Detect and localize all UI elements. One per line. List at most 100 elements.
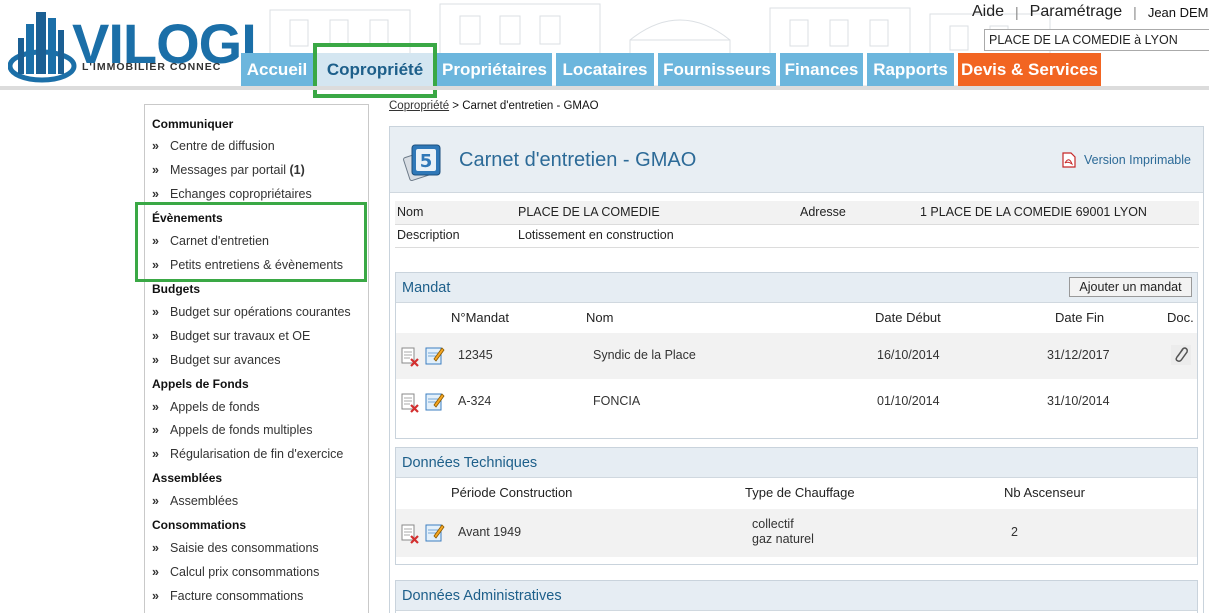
col-header-numero[interactable]: N°Mandat <box>451 310 509 325</box>
breadcrumb: Copropriété > Carnet d'entretien - GMAO <box>389 100 599 112</box>
col-header-chauffage[interactable]: Type de Chauffage <box>745 485 855 500</box>
sidebar-item-label: Appels de fonds <box>170 400 260 414</box>
periode-construction: Avant 1949 <box>458 525 522 539</box>
sidebar-item-label: Budget sur travaux et OE <box>170 329 311 343</box>
main-panel: 5 Carnet d'entretien - GMAO Version Impr… <box>389 126 1204 613</box>
page-title: Carnet d'entretien - GMAO <box>459 149 697 171</box>
header-divider <box>0 86 1209 90</box>
nom-label: Nom <box>397 205 424 219</box>
mandat-nom: Syndic de la Place <box>593 348 696 362</box>
printable-version-label: Version Imprimable <box>1084 153 1191 167</box>
sidebar-item-centre-diffusion[interactable]: » Centre de diffusion <box>152 139 275 153</box>
sidebar-item-budget-avances[interactable]: » Budget sur avances <box>152 353 281 367</box>
sidebar-item-budget-courantes[interactable]: » Budget sur opérations courantes <box>152 305 351 319</box>
breadcrumb-separator: > <box>449 100 463 112</box>
adresse-label: Adresse <box>800 205 846 219</box>
mandat-numero: A-324 <box>458 394 492 408</box>
sidebar-item-appels-fonds-multiples[interactable]: » Appels de fonds multiples <box>152 423 312 437</box>
col-header-ascenseur[interactable]: Nb Ascenseur <box>1004 485 1085 500</box>
chevron-right-icon: » <box>152 139 159 153</box>
mandat-section: Mandat Ajouter un mandat N°Mandat Nom Da… <box>395 272 1198 439</box>
technical-data-section: Données Techniques Période Construction … <box>395 447 1198 565</box>
sidebar-item-messages-portail[interactable]: » Messages par portail (1) <box>152 163 305 177</box>
sidebar-item-assemblees[interactable]: » Assemblées <box>152 494 238 508</box>
add-mandat-button[interactable]: Ajouter un mandat <box>1069 277 1192 297</box>
chevron-right-icon: » <box>152 163 159 177</box>
sidebar-item-saisie-consommations[interactable]: » Saisie des consommations <box>152 541 319 555</box>
sidebar-item-regularisation[interactable]: » Régularisation de fin d'exercice <box>152 447 343 461</box>
col-header-date-fin[interactable]: Date Fin <box>1055 310 1104 325</box>
sidebar-item-label: Messages par portail <box>170 163 287 177</box>
paperclip-icon[interactable] <box>1171 345 1191 365</box>
tab-finances[interactable]: Finances <box>780 53 863 86</box>
edit-icon[interactable] <box>425 522 445 542</box>
sidebar-item-echanges[interactable]: » Echanges copropriétaires <box>152 187 312 201</box>
delete-icon[interactable] <box>400 524 420 544</box>
building-logo-icon <box>8 12 77 83</box>
info-row-description: Description Lotissement en construction <box>395 224 1199 247</box>
edit-icon[interactable] <box>425 391 445 411</box>
info-divider <box>395 247 1199 248</box>
col-header-date-debut[interactable]: Date Début <box>875 310 941 325</box>
link-separator: | <box>1015 4 1019 20</box>
top-links: Aide | Paramétrage | Jean DEM <box>972 1 1209 23</box>
settings-link[interactable]: Paramétrage <box>1030 3 1123 21</box>
sidebar-item-facture-consommations[interactable]: » Facture consommations <box>152 589 303 603</box>
chevron-right-icon: » <box>152 353 159 367</box>
svg-text:5: 5 <box>420 151 433 172</box>
col-header-nom[interactable]: Nom <box>586 310 613 325</box>
pdf-icon <box>1062 152 1076 168</box>
chauffage-type: collectif <box>752 517 794 531</box>
description-label: Description <box>397 228 460 242</box>
printable-version-link[interactable]: Version Imprimable <box>1062 152 1191 168</box>
mandat-date-debut: 16/10/2014 <box>877 348 940 362</box>
sidebar-heading-consommations: Consommations <box>152 518 247 532</box>
message-count-badge: (1) <box>289 163 305 177</box>
sidebar-item-label: Budget sur avances <box>170 353 281 367</box>
tab-proprietaires[interactable]: Propriétaires <box>437 53 552 86</box>
tab-fournisseurs[interactable]: Fournisseurs <box>658 53 776 86</box>
annotation-highlight-sidebar <box>135 202 367 282</box>
administrative-section-header: Données Administratives <box>396 581 1197 611</box>
chevron-right-icon: » <box>152 565 159 579</box>
sidebar-item-budget-travaux[interactable]: » Budget sur travaux et OE <box>152 329 310 343</box>
vilogi-logo[interactable]: VILOGI L'IMMOBILIER CONNEC <box>8 4 260 86</box>
maintenance-book-icon: 5 <box>403 144 441 182</box>
chauffage-energie: gaz naturel <box>752 532 814 546</box>
sidebar-item-label: Centre de diffusion <box>170 139 275 153</box>
sidebar-heading-assemblees: Assemblées <box>152 471 223 485</box>
sidebar-item-calcul-prix[interactable]: » Calcul prix consommations <box>152 565 319 579</box>
tab-locataires[interactable]: Locataires <box>556 53 654 86</box>
page-title-band: 5 Carnet d'entretien - GMAO Version Impr… <box>390 127 1203 193</box>
delete-icon[interactable] <box>400 347 420 367</box>
technical-section-header: Données Techniques <box>396 448 1197 478</box>
delete-icon[interactable] <box>400 393 420 413</box>
chevron-right-icon: » <box>152 187 159 201</box>
sidebar-item-label: Régularisation de fin d'exercice <box>170 447 344 461</box>
sidebar-heading-appels-fonds: Appels de Fonds <box>152 377 249 391</box>
adresse-value: 1 PLACE DE LA COMEDIE 69001 LYON <box>920 205 1147 219</box>
chevron-right-icon: » <box>152 589 159 603</box>
col-header-doc[interactable]: Doc. <box>1167 310 1194 325</box>
col-header-periode[interactable]: Période Construction <box>451 485 572 500</box>
sidebar-item-appels-fonds[interactable]: » Appels de fonds <box>152 400 260 414</box>
building-search-input[interactable]: PLACE DE LA COMEDIE à LYON <box>984 29 1209 51</box>
chevron-right-icon: » <box>152 305 159 319</box>
chevron-right-icon: » <box>152 447 159 461</box>
edit-icon[interactable] <box>425 345 445 365</box>
nb-ascenseur: 2 <box>1011 525 1018 539</box>
breadcrumb-link-copropriete[interactable]: Copropriété <box>389 100 449 112</box>
tab-devis-services[interactable]: Devis & Services <box>958 53 1101 86</box>
chevron-right-icon: » <box>152 423 159 437</box>
sidebar-item-label: Facture consommations <box>170 589 304 603</box>
sidebar-item-label: Calcul prix consommations <box>170 565 320 579</box>
user-menu[interactable]: Jean DEM <box>1148 5 1209 20</box>
tab-accueil[interactable]: Accueil <box>241 53 313 86</box>
administrative-data-section: Données Administratives <box>395 580 1198 613</box>
table-row: A-324 FONCIA 01/10/2014 31/10/2014 <box>396 379 1197 425</box>
administrative-section-title: Données Administratives <box>402 588 562 604</box>
help-link[interactable]: Aide <box>972 3 1004 21</box>
tab-rapports[interactable]: Rapports <box>867 53 954 86</box>
mandat-numero: 12345 <box>458 348 493 362</box>
chevron-right-icon: » <box>152 329 159 343</box>
